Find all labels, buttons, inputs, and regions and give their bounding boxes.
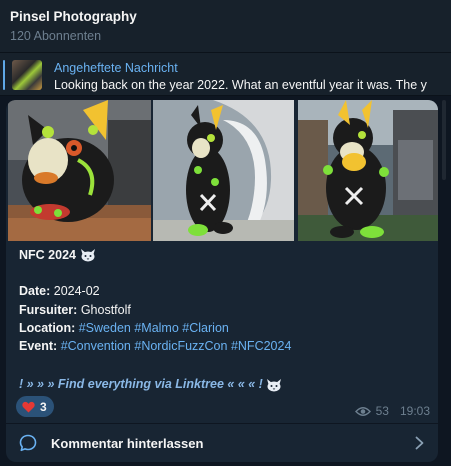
comment-bubble-icon [19, 434, 37, 452]
fursuiter-value: Ghostfolf [80, 302, 131, 317]
chat-scrollbar[interactable] [442, 100, 446, 462]
pinned-label: Angeheftete Nachricht [54, 61, 178, 75]
photo-album [6, 100, 438, 241]
linktree-line: ! » » » Find everything via Linktree « «… [19, 375, 429, 393]
album-photo-1[interactable] [8, 100, 151, 241]
scrollbar-thumb[interactable] [442, 100, 446, 180]
hashtag-link[interactable]: #NFC2024 [231, 339, 291, 353]
hashtag-link[interactable]: #Clarion [182, 321, 229, 335]
leave-comment-label: Kommentar hinterlassen [51, 436, 204, 451]
hashtag-link[interactable]: #Sweden [79, 321, 131, 335]
event-line: Event: #Convention #NordicFuzzCon #NFC20… [19, 337, 429, 355]
pinned-thumbnail [12, 60, 42, 90]
location-line: Location: #Sweden #Malmo #Clarion [19, 319, 429, 337]
pinned-message-bar[interactable]: Angeheftete Nachricht Looking back on th… [0, 52, 451, 96]
message-meta: 53 19:03 [354, 404, 430, 418]
fursuiter-label: Fursuiter: [19, 302, 78, 317]
album-photo-2[interactable] [153, 100, 294, 241]
post-title-line: NFC 2024 [19, 246, 429, 264]
view-count: 53 [375, 404, 389, 418]
cat-face-icon [80, 249, 95, 262]
channel-header[interactable]: Pinsel Photography 120 Abonnenten [0, 0, 451, 52]
hashtag-link[interactable]: #NordicFuzzCon [134, 339, 227, 353]
reaction-count: 3 [40, 399, 47, 414]
fursuiter-line: Fursuiter: Ghostfolf [19, 301, 429, 319]
pinned-preview-text: Looking back on the year 2022. What an e… [54, 78, 427, 92]
album-photo-3[interactable] [298, 100, 438, 241]
leave-comment-button[interactable]: Kommentar hinterlassen [6, 424, 438, 462]
eye-icon [354, 406, 371, 416]
pinned-accent-bar [3, 60, 5, 90]
hashtag-link[interactable]: #Convention [61, 339, 131, 353]
chevron-right-icon [415, 436, 424, 450]
event-label: Event: [19, 338, 58, 353]
date-value: 2024-02 [53, 284, 100, 299]
channel-title: Pinsel Photography [10, 9, 137, 24]
heart-reaction-button[interactable]: 3 [16, 396, 54, 417]
post-title: NFC 2024 [19, 248, 76, 262]
date-line: Date: 2024-02 [19, 282, 429, 300]
hashtag-link[interactable]: #Malmo [134, 321, 178, 335]
message-bubble: NFC 2024 Date: 2024-02 Fursuiter: Ghostf… [6, 100, 438, 462]
linktree-link[interactable]: ! » » » Find everything via Linktree « «… [19, 377, 263, 391]
location-label: Location: [19, 320, 76, 335]
cat-face-icon [267, 379, 282, 392]
heart-icon [22, 401, 35, 412]
message-caption: NFC 2024 Date: 2024-02 Fursuiter: Ghostf… [19, 246, 429, 394]
date-label: Date: [19, 284, 51, 299]
subscriber-count: 120 Abonnenten [10, 29, 102, 43]
message-time: 19:03 [399, 404, 430, 418]
